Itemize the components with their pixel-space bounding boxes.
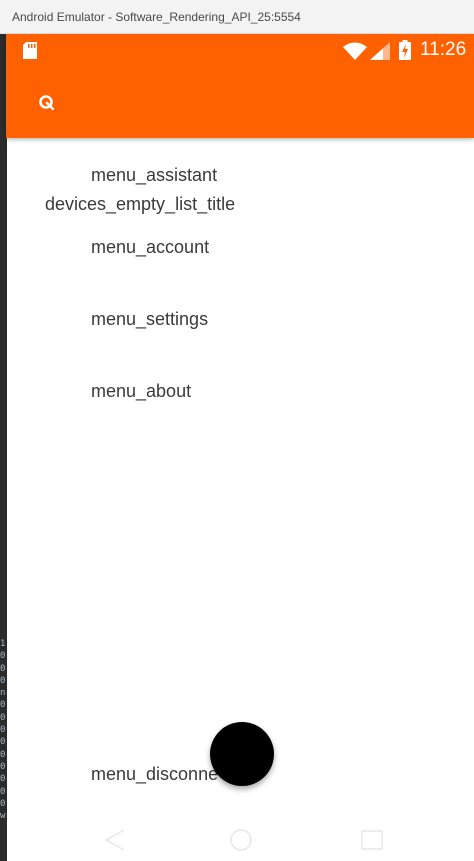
window-title: Android Emulator - Software_Rendering_AP… [12,10,301,24]
sd-card-icon [23,42,37,59]
back-icon[interactable] [104,829,125,851]
status-time: 11:26 [420,39,467,60]
menu-item-disconnect[interactable]: menu_disconne [91,764,218,785]
devices-empty-list-title: devices_empty_list_title [45,194,236,214]
menu-item-account[interactable]: menu_account [91,237,209,258]
app-logo-icon[interactable] [38,94,54,110]
menu-item-settings[interactable]: menu_settings [91,309,208,330]
wifi-icon [343,42,367,60]
battery-charging-icon [399,40,411,60]
emulator-window: Android Emulator - Software_Rendering_AP… [0,0,474,861]
window-titlebar[interactable]: Android Emulator - Software_Rendering_AP… [0,0,474,34]
home-icon[interactable] [230,829,252,851]
cell-signal-icon [370,42,390,60]
menu-item-about[interactable]: menu_about [91,381,191,402]
app-bar: 11:26 [6,34,474,138]
recents-icon[interactable] [361,830,383,850]
menu-item-assistant[interactable]: menu_assistant [91,165,217,186]
navigation-bar [104,829,383,851]
floating-action-button[interactable] [210,722,274,786]
